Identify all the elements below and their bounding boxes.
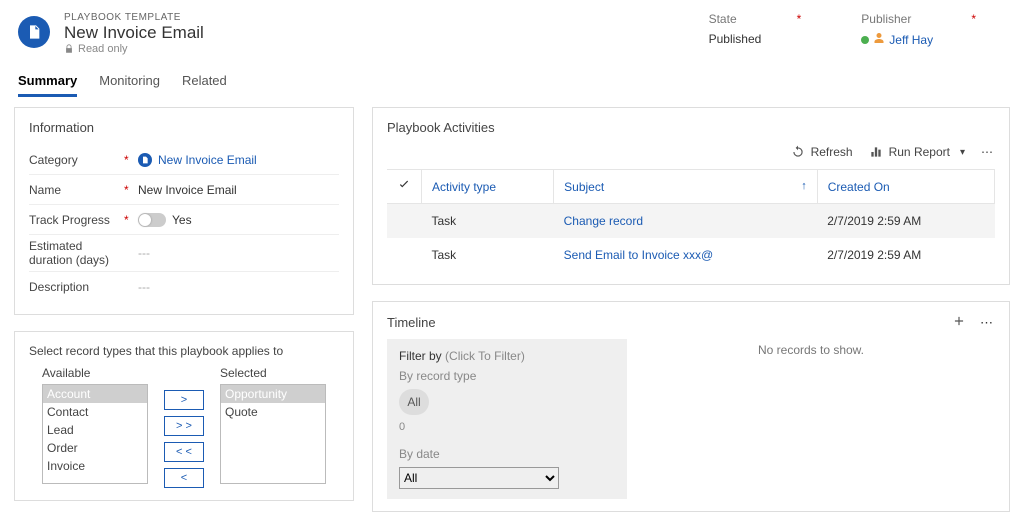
state-value: Published [709,32,802,46]
selected-label: Selected [220,366,326,380]
refresh-icon [791,145,805,159]
col-subject[interactable]: Subject↑ [554,170,818,204]
remove-button[interactable]: < [164,468,204,488]
by-date-label: By date [399,447,615,461]
selected-listbox[interactable]: Opportunity Quote [220,384,326,484]
report-icon [869,145,883,159]
col-activity-type[interactable]: Activity type [422,170,554,204]
duration-value[interactable]: --- [138,246,339,260]
duration-label: Estimated duration (days) [29,239,124,267]
track-value[interactable]: Yes [138,213,339,227]
more-actions-button[interactable]: ⋯ [981,145,995,159]
select-all-checkbox[interactable] [387,170,422,204]
add-timeline-button[interactable] [952,314,966,331]
list-item[interactable]: Quote [221,403,325,421]
chevron-down-icon: ▾ [960,147,965,158]
timeline-more-button[interactable]: ⋯ [980,315,995,331]
available-label: Available [42,366,148,380]
information-title: Information [29,120,339,135]
category-value[interactable]: New Invoice Email [138,153,339,167]
filter-count: 0 [399,421,615,433]
list-item[interactable]: Opportunity [221,385,325,403]
description-label: Description [29,280,124,294]
remove-all-button[interactable]: < < [164,442,204,462]
activities-grid: Activity type Subject↑ Created On Task C… [387,169,995,272]
table-row[interactable]: Task Change record 2/7/2019 2:59 AM [387,204,995,239]
table-row[interactable]: Task Send Email to Invoice xxx@ 2/7/2019… [387,238,995,272]
activities-title: Playbook Activities [387,120,995,135]
timeline-title: Timeline [387,315,436,330]
list-item[interactable]: Contact [43,403,147,421]
information-panel: Information Category * New Invoice Email… [14,107,354,315]
name-value[interactable]: New Invoice Email [138,183,339,197]
tab-bar: Summary Monitoring Related [0,67,1024,97]
record-types-panel: Select record types that this playbook a… [14,331,354,501]
state-label: State* [709,12,802,26]
track-toggle[interactable] [138,213,166,227]
by-record-label: By record type [399,369,615,383]
record-type-icon [18,16,50,48]
sort-asc-icon: ↑ [801,180,807,192]
category-label: Category [29,153,124,167]
no-records-message: No records to show. [627,339,995,499]
activities-panel: Playbook Activities Refresh Run Report ▾… [372,107,1010,285]
list-item[interactable]: Account [43,385,147,403]
record-supertitle: PLAYBOOK TEMPLATE [64,12,204,23]
click-to-filter[interactable]: (Click To Filter) [445,349,525,363]
filter-all-chip[interactable]: All [399,389,429,415]
add-all-button[interactable]: > > [164,416,204,436]
refresh-button[interactable]: Refresh [791,145,853,159]
record-types-title: Select record types that this playbook a… [29,344,339,358]
record-title: New Invoice Email [64,23,204,43]
name-label: Name [29,183,124,197]
available-listbox[interactable]: Account Contact Lead Order Invoice [42,384,148,484]
date-filter-select[interactable]: All [399,467,559,489]
plus-icon [952,314,966,328]
person-icon [873,32,885,47]
list-item[interactable]: Invoice [43,457,147,475]
list-item[interactable]: Lead [43,421,147,439]
track-label: Track Progress [29,213,124,227]
col-created-on[interactable]: Created On [817,170,994,204]
add-button[interactable]: > [164,390,204,410]
tab-monitoring[interactable]: Monitoring [99,67,160,97]
presence-icon [861,36,869,44]
publisher-value[interactable]: Jeff Hay [861,32,976,47]
list-item[interactable]: Order [43,439,147,457]
readonly-indicator: Read only [64,43,204,55]
tab-related[interactable]: Related [182,67,227,97]
description-value[interactable]: --- [138,280,339,294]
timeline-panel: Timeline ⋯ Filter by (Click To Filter) B… [372,301,1010,512]
lookup-icon [138,153,152,167]
publisher-label: Publisher* [861,12,976,26]
timeline-filter: Filter by (Click To Filter) By record ty… [387,339,627,499]
run-report-button[interactable]: Run Report ▾ [869,145,965,159]
tab-summary[interactable]: Summary [18,67,77,97]
